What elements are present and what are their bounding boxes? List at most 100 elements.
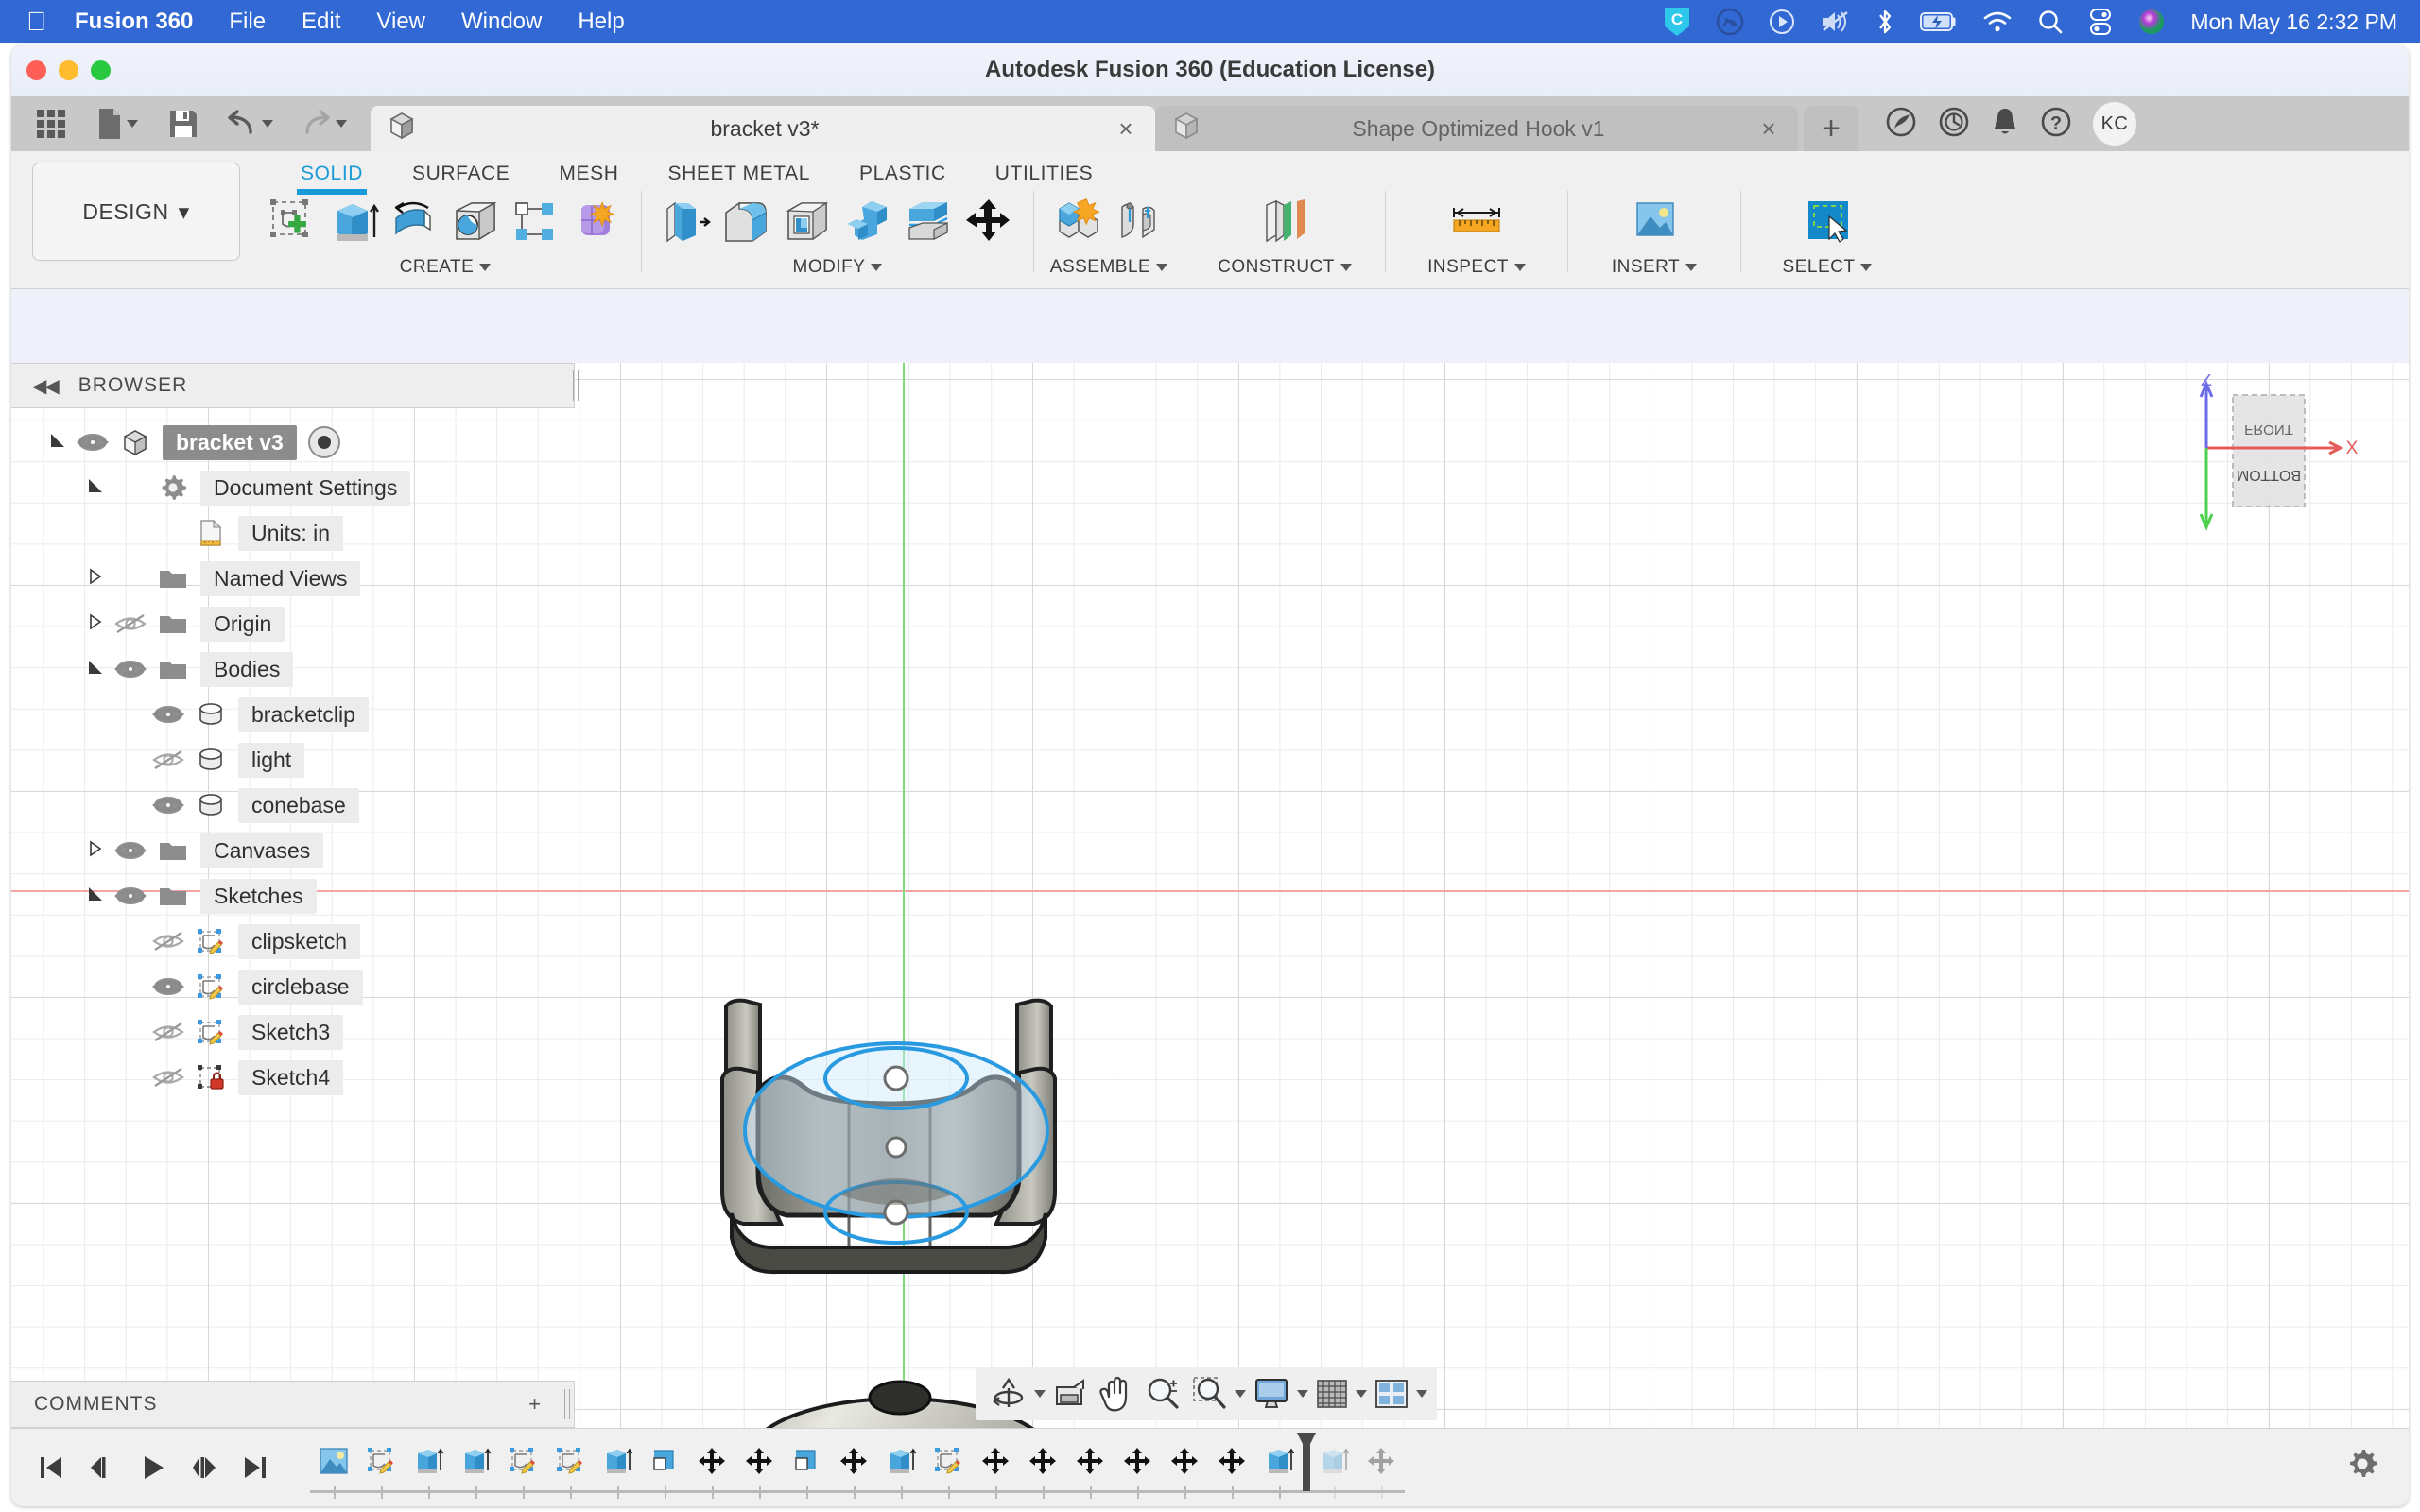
browser-item-bracketclip[interactable]: bracketclip [11, 692, 579, 737]
twisty-expanded-icon[interactable] [83, 659, 108, 680]
bluetooth-icon[interactable] [1875, 0, 1895, 43]
step-back-icon[interactable] [83, 1448, 121, 1487]
browser-item-origin[interactable]: Origin [11, 601, 579, 646]
help-icon[interactable]: ? [2040, 106, 2072, 143]
cleanshot-c-icon[interactable]: C [1663, 0, 1691, 43]
browser-item-bodies[interactable]: Bodies [11, 646, 579, 692]
orbit-caret[interactable] [1034, 1390, 1046, 1398]
visibility-visible-icon[interactable] [108, 659, 153, 679]
visibility-visible-icon[interactable] [146, 976, 191, 997]
browser-item-named-views[interactable]: Named Views [11, 556, 579, 601]
panel-construct-caret[interactable] [1340, 264, 1352, 271]
new-file-button[interactable] [83, 99, 151, 148]
visibility-visible-icon[interactable] [146, 795, 191, 816]
browser-item-circlebase[interactable]: circlebase [11, 964, 579, 1009]
panel-insert-caret[interactable] [1685, 264, 1698, 271]
menu-item-file[interactable]: File [229, 9, 266, 35]
timeline-feature-10[interactable] [735, 1435, 783, 1499]
tab-solid[interactable]: SOLID [276, 151, 388, 195]
menu-item-edit[interactable]: Edit [302, 9, 340, 35]
browser-item-document-settings[interactable]: Document Settings [11, 465, 579, 510]
fit-button[interactable] [1187, 1369, 1233, 1418]
timeline-feature-19[interactable] [1161, 1435, 1208, 1499]
creative-cloud-icon[interactable] [1716, 0, 1744, 43]
timeline-settings-gear-icon[interactable] [2344, 1446, 2380, 1486]
app-grid-button[interactable] [25, 99, 78, 148]
undo-caret[interactable] [262, 120, 273, 128]
twisty-expanded-icon[interactable] [83, 477, 108, 499]
visibility-hidden-icon[interactable] [146, 749, 191, 770]
panel-select-label[interactable]: SELECT [1783, 257, 1873, 278]
timeline-feature-13[interactable] [877, 1435, 925, 1499]
timeline-feature-17[interactable] [1066, 1435, 1114, 1499]
move-copy-icon[interactable] [959, 193, 1018, 251]
create-form-icon[interactable] [567, 193, 626, 251]
play-icon[interactable] [134, 1448, 172, 1487]
browser-resize-grip[interactable] [573, 370, 579, 401]
timeline-feature-2[interactable] [357, 1435, 405, 1499]
fit-caret[interactable] [1235, 1390, 1246, 1398]
collapse-left-icon[interactable]: ◀◀ [32, 374, 60, 398]
offset-face-icon[interactable] [899, 193, 958, 251]
tab-mesh[interactable]: MESH [534, 151, 643, 195]
twisty-collapsed-icon[interactable] [83, 839, 108, 862]
grid-snaps-button[interactable] [1310, 1369, 1354, 1418]
step-forward-icon[interactable] [185, 1448, 223, 1487]
timeline-feature-9[interactable] [688, 1435, 735, 1499]
orbit-button[interactable] [985, 1369, 1032, 1418]
redo-button[interactable] [289, 99, 357, 148]
spotlight-search-icon[interactable] [2037, 0, 2064, 43]
go-to-beginning-icon[interactable] [32, 1448, 70, 1487]
timeline-feature-5[interactable] [499, 1435, 546, 1499]
panel-create-caret[interactable] [479, 264, 492, 271]
timeline-feature-23[interactable] [1357, 1435, 1405, 1499]
combine-icon[interactable] [838, 193, 897, 251]
undo-button[interactable] [216, 99, 284, 148]
timeline-feature-3[interactable] [405, 1435, 452, 1499]
3d-viewport[interactable]: FRONT BOTTOM X Z ◀◀ BROWSER bracket v3 Do… [11, 363, 2409, 1428]
timeline-feature-20[interactable] [1208, 1435, 1255, 1499]
timeline-feature-18[interactable] [1114, 1435, 1161, 1499]
job-status-icon[interactable] [1938, 106, 1970, 143]
close-tab-icon-inactive[interactable]: × [1756, 114, 1781, 144]
menu-item-help[interactable]: Help [578, 9, 624, 35]
document-tab-hook[interactable]: Shape Optimized Hook v1 × [1155, 106, 1798, 151]
browser-item-units-in[interactable]: Units: in [11, 510, 579, 556]
timeline-feature-1[interactable] [310, 1435, 357, 1499]
visibility-visible-icon[interactable] [70, 432, 115, 453]
apple-icon[interactable]:  [26, 9, 46, 35]
twisty-collapsed-icon[interactable] [83, 567, 108, 590]
twisty-collapsed-icon[interactable] [83, 612, 108, 635]
timeline-feature-11[interactable] [783, 1435, 830, 1499]
workspace-switcher[interactable]: DESIGN ▾ [32, 163, 240, 261]
revolve-icon[interactable] [386, 193, 444, 251]
panel-create-label[interactable]: CREATE [400, 257, 492, 278]
offset-plane-icon[interactable] [1247, 193, 1322, 251]
notifications-bell-icon[interactable] [1991, 106, 2019, 143]
browser-item-sketch3[interactable]: Sketch3 [11, 1009, 579, 1055]
timeline-track[interactable] [310, 1433, 1405, 1501]
panel-assemble-label[interactable]: ASSEMBLE [1050, 257, 1168, 278]
twisty-expanded-icon[interactable] [45, 432, 70, 454]
insert-canvas-icon[interactable] [1620, 193, 1688, 251]
panel-construct-label[interactable]: CONSTRUCT [1218, 257, 1352, 278]
tab-plastic[interactable]: PLASTIC [835, 151, 971, 195]
measure-icon[interactable] [1439, 193, 1514, 251]
timeline-feature-15[interactable] [972, 1435, 1019, 1499]
tab-sheet-metal[interactable]: SHEET METAL [644, 151, 836, 195]
timeline-feature-14[interactable] [925, 1435, 972, 1499]
screen-record-icon[interactable] [1769, 0, 1795, 43]
hole-icon[interactable] [446, 193, 505, 251]
timeline-feature-8[interactable] [641, 1435, 688, 1499]
comments-resize-grip[interactable] [564, 1389, 570, 1419]
browser-item-sketch4[interactable]: Sketch4 [11, 1055, 579, 1100]
timeline-feature-22[interactable] [1310, 1435, 1357, 1499]
browser-item-sketches[interactable]: Sketches [11, 873, 579, 919]
save-button[interactable] [157, 99, 210, 148]
visibility-visible-icon[interactable] [146, 704, 191, 725]
new-tab-button[interactable]: + [1804, 106, 1858, 151]
display-settings-caret[interactable] [1297, 1390, 1308, 1398]
battery-charging-icon[interactable] [1920, 0, 1958, 43]
menu-item-app[interactable]: Fusion 360 [75, 9, 193, 35]
visibility-hidden-icon[interactable] [108, 613, 153, 634]
